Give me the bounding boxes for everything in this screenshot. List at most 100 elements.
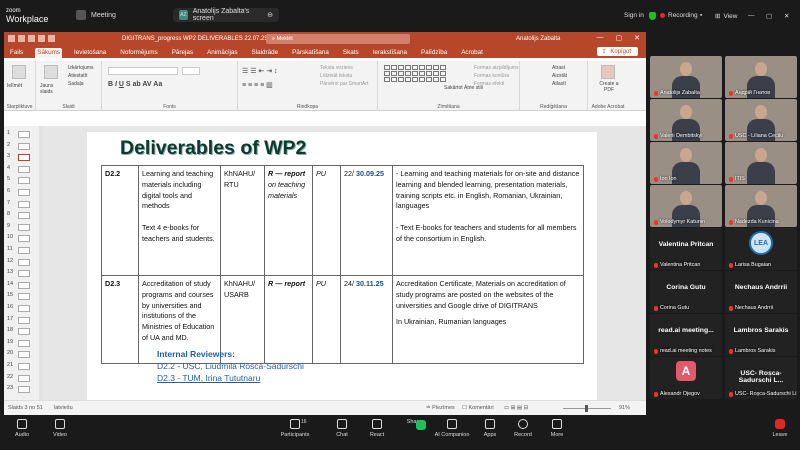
participant-tile[interactable]: USC - Liliana Cecilu bbox=[725, 99, 797, 141]
ai-companion-button[interactable]: AI Companion bbox=[432, 419, 472, 438]
share-button[interactable]: Share bbox=[394, 419, 434, 430]
arrange-button[interactable]: Sakārtot bbox=[444, 85, 463, 91]
shape-effects-button[interactable]: Formas efekti bbox=[474, 81, 504, 87]
shapes-gallery[interactable] bbox=[384, 65, 446, 82]
slide-thumbnail[interactable] bbox=[18, 235, 30, 243]
security-icon[interactable] bbox=[649, 12, 656, 20]
paste-button[interactable]: Ielīmēt bbox=[7, 83, 22, 89]
participant-tile[interactable]: Valerii Dembitskyi bbox=[650, 99, 722, 141]
smartart-button[interactable]: Pārvērst par SmartArt bbox=[320, 81, 368, 87]
search-box[interactable]: ⌕ Meklēt bbox=[266, 34, 410, 44]
participant-tile[interactable]: Nadezda Kunicina bbox=[725, 185, 797, 227]
slide-thumbnail[interactable] bbox=[18, 177, 30, 185]
audio-button[interactable]: Audio bbox=[2, 419, 42, 438]
slide-thumbnail[interactable] bbox=[18, 200, 30, 208]
slide-thumbnail[interactable] bbox=[18, 189, 30, 196]
replace-button[interactable]: Aizstāt bbox=[552, 73, 567, 79]
align-text-button[interactable]: Līdzināt tekstu bbox=[320, 73, 352, 79]
view-buttons[interactable]: ▭ ⊞ ▤ ⊟ bbox=[504, 405, 528, 411]
slide-thumbnail[interactable] bbox=[18, 374, 30, 382]
share-button[interactable]: ⇪ Kopīgot bbox=[596, 47, 638, 56]
slide-thumbnail[interactable] bbox=[18, 131, 30, 138]
comments-button[interactable]: ☐ Komentāri bbox=[462, 405, 494, 411]
recording-indicator[interactable]: Recording bbox=[660, 12, 698, 19]
tab-view[interactable]: Skats bbox=[341, 48, 361, 58]
zoom-slider[interactable] bbox=[563, 405, 611, 412]
redo-icon[interactable] bbox=[38, 35, 45, 42]
slide-thumbnails[interactable]: 1 2 3 4 5 6 7 8 9 10 11 12 13 14 15 16 17 18 19 20 21 22 23 bbox=[4, 126, 39, 400]
close-window-icon[interactable]: ✕ bbox=[784, 12, 789, 20]
shape-fill-button[interactable]: Formas aizpildījums bbox=[474, 65, 518, 71]
slide-thumbnail[interactable] bbox=[18, 258, 30, 266]
participant-tile[interactable]: Volodymyr Katunin bbox=[650, 185, 722, 227]
stop-icon[interactable]: ▪ bbox=[700, 12, 702, 19]
more-button[interactable]: More bbox=[537, 419, 577, 438]
slide-thumbnail[interactable] bbox=[18, 165, 30, 173]
slide-thumbnail[interactable] bbox=[18, 142, 30, 150]
close-icon[interactable]: ⊖ bbox=[267, 11, 273, 19]
minimize-icon[interactable]: — bbox=[748, 12, 755, 19]
participant-tile[interactable]: Ion Ion bbox=[650, 142, 722, 184]
autosave-icon[interactable] bbox=[8, 35, 15, 42]
zoom-level[interactable]: 91% bbox=[619, 405, 630, 411]
list-buttons[interactable]: ☰ ☰ ⇤ ⇥ ↕ bbox=[242, 67, 278, 75]
find-button[interactable]: Atrast bbox=[552, 65, 565, 71]
participant-tile[interactable]: Valentina Pritcan Valentina Pritcan bbox=[650, 228, 722, 270]
text-direction-button[interactable]: Teksta virziens bbox=[320, 65, 353, 71]
participant-tile[interactable]: read.ai meeting... read.ai meeting notes bbox=[650, 314, 722, 356]
slide-thumbnail[interactable] bbox=[18, 223, 30, 231]
react-button[interactable]: React bbox=[357, 419, 397, 438]
slide-thumbnail[interactable] bbox=[18, 212, 30, 220]
paste-icon[interactable] bbox=[12, 65, 26, 79]
leave-button[interactable]: Leave bbox=[760, 419, 800, 438]
align-buttons[interactable]: ≡ ≡ ≡ ≡ ▥ bbox=[242, 81, 273, 89]
font-size-select[interactable] bbox=[182, 67, 200, 75]
new-slide-icon[interactable] bbox=[44, 65, 58, 79]
slide-thumbnail[interactable] bbox=[18, 281, 30, 289]
layout-button[interactable]: Izkārtojums bbox=[68, 65, 94, 71]
tab-help[interactable]: Palīdzība bbox=[419, 48, 449, 58]
tab-home[interactable]: Sākums bbox=[35, 48, 63, 58]
slide-thumbnail[interactable] bbox=[18, 293, 30, 301]
bold-button[interactable]: B I U S ab AV Aa bbox=[108, 81, 162, 88]
present-icon[interactable] bbox=[48, 35, 55, 42]
participant-tile[interactable]: ITIS bbox=[725, 142, 797, 184]
tab-record[interactable]: Ierakstīšana bbox=[371, 48, 409, 58]
tab-transitions[interactable]: Pārejas bbox=[170, 48, 195, 58]
slide-thumbnail[interactable] bbox=[18, 328, 30, 336]
participant-tile[interactable]: Corina Gutu Corina Gutu bbox=[650, 271, 722, 313]
sign-in-link[interactable]: Sign in bbox=[624, 12, 644, 19]
tab-meeting[interactable]: Meeting bbox=[70, 8, 122, 22]
participant-tile[interactable]: A Alexandr Ojegov bbox=[650, 357, 722, 399]
participant-tile[interactable]: Anatolijs Zabalta bbox=[650, 56, 722, 98]
slide-thumbnail[interactable] bbox=[18, 154, 30, 162]
tab-slideshow[interactable]: Slaidrāde bbox=[250, 48, 281, 58]
tab-animations[interactable]: Animācijas bbox=[205, 48, 239, 58]
participant-tile[interactable]: Nechaus Andrrii Nechaus Andrrii bbox=[725, 271, 797, 313]
language-indicator[interactable]: latviešu bbox=[54, 405, 73, 411]
slide-thumbnail[interactable] bbox=[18, 339, 30, 347]
tab-review[interactable]: Pārskatīšana bbox=[290, 48, 331, 58]
select-button[interactable]: Atlasīt bbox=[552, 81, 566, 87]
shape-outline-button[interactable]: Formas kontūra bbox=[474, 73, 509, 79]
section-button[interactable]: Sadaļa bbox=[68, 81, 84, 87]
close-icon[interactable]: ✕ bbox=[634, 34, 640, 42]
view-button[interactable]: ⊞ View bbox=[715, 12, 737, 21]
font-name-select[interactable] bbox=[108, 67, 178, 75]
participant-tile[interactable]: Андрій Гнатов bbox=[725, 56, 797, 98]
create-pdf-button[interactable]: Create a PDF bbox=[594, 81, 624, 93]
maximize-icon[interactable]: ▢ bbox=[766, 12, 772, 20]
minimize-icon[interactable]: — bbox=[597, 34, 604, 42]
slide-thumbnail[interactable] bbox=[18, 247, 30, 254]
tab-acrobat[interactable]: Acrobat bbox=[459, 48, 485, 58]
tab-file[interactable]: Fails bbox=[8, 48, 25, 58]
slide-thumbnail[interactable] bbox=[18, 270, 30, 278]
notes-button[interactable]: ≐ Piezīmes bbox=[426, 405, 455, 411]
undo-icon[interactable] bbox=[28, 35, 35, 42]
save-icon[interactable] bbox=[18, 35, 25, 42]
participant-tile[interactable]: LEA Larisa Bugaian bbox=[725, 228, 797, 270]
slide-thumbnail[interactable] bbox=[18, 316, 30, 324]
zoom-thumb[interactable] bbox=[585, 405, 588, 412]
tab-insert[interactable]: Ievietošana bbox=[72, 48, 108, 58]
slide-thumbnail[interactable] bbox=[18, 363, 30, 370]
